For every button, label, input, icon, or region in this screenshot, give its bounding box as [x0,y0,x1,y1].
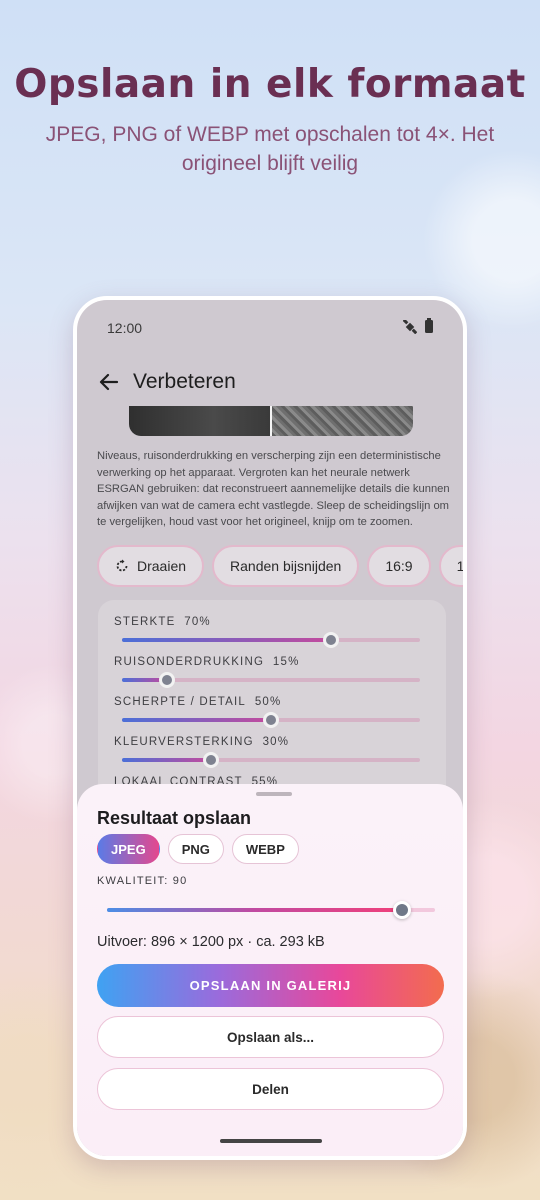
adjust-label: KLEURVERSTERKING 30% [114,736,290,748]
description-text: Niveaus, ruisonderdrukking en verscherpi… [97,450,450,528]
slider-track[interactable] [122,632,420,648]
app-bar: Verbeteren [77,358,463,406]
promo-subtitle: JPEG, PNG of WEBP met opschalen tot 4×. … [45,123,495,175]
slider-fill [122,758,212,762]
save-bottom-sheet: Resultaat opslaan JPEG PNG WEBP KWALITEI… [77,784,463,1156]
satellite-icon [403,320,417,334]
share-button[interactable]: Delen [97,1068,444,1110]
format-webp-chip[interactable]: WEBP [231,834,299,864]
slider-track[interactable] [122,752,420,768]
page-title: Verbeteren [133,370,236,393]
format-png-chip[interactable]: PNG [167,834,224,864]
slider-track[interactable] [122,712,420,728]
slider-thumb[interactable] [203,752,220,768]
slider-thumb[interactable] [322,632,339,648]
slider-track[interactable] [122,672,420,688]
adjust-noise-reduction: RUISONDERDRUKKING 15% [114,656,434,688]
gesture-nav-handle[interactable] [220,1139,322,1143]
battery-icon [425,318,433,333]
crop-edges-button[interactable]: Randen bijsnijden [212,545,360,587]
save-as-button[interactable]: Opslaan als... [97,1016,444,1058]
status-bar: 12:00 [77,300,463,354]
status-time: 12:00 [107,320,143,336]
phone-frame: 12:00 Verbeteren Niveaus, ruisonderdrukk… [73,296,467,1160]
quality-slider[interactable] [107,901,435,919]
slider-thumb[interactable] [263,712,279,728]
preview-original [129,406,270,436]
preview-enhanced [272,406,413,436]
tool-chips: Draaien Randen bijsnijden 16:9 1: [97,545,463,589]
save-to-gallery-button[interactable]: OPSLAAN IN GALERIJ [97,964,444,1007]
arrow-left-icon[interactable] [97,370,121,394]
slider-fill [122,638,331,642]
compare-preview[interactable] [129,406,413,436]
sheet-drag-handle[interactable] [256,792,292,796]
slider-fill [122,718,271,722]
format-selector: JPEG PNG WEBP [97,834,299,864]
adjust-sharpness: SCHERPTE / DETAIL 50% [114,696,434,728]
quality-slider-fill [107,908,403,912]
format-jpeg-chip[interactable]: JPEG [97,834,160,864]
promo-title: Opslaan in elk formaat [14,62,526,107]
adjust-label: SCHERPTE / DETAIL 50% [114,696,282,708]
adjust-label: STERKTE 70% [114,616,211,628]
quality-slider-thumb[interactable] [393,901,412,919]
slider-thumb[interactable] [158,672,175,688]
quality-label: KWALITEIT: 90 [97,875,188,887]
output-info: Uitvoer: 896 × 1200 px · ca. 293 kB [97,934,325,950]
sheet-title: Resultaat opslaan [97,808,252,828]
rotate-button[interactable]: Draaien [97,545,205,587]
aspect-16-9-button[interactable]: 16:9 [367,545,431,587]
adjust-label: RUISONDERDRUKKING 15% [114,656,300,668]
adjust-color-boost: KLEURVERSTERKING 30% [114,736,434,768]
rotate-label: Draaien [137,558,187,574]
rotate-icon [116,559,128,572]
adjust-strength: STERKTE 70% [114,616,434,648]
aspect-1-1-button[interactable]: 1: [438,545,463,587]
